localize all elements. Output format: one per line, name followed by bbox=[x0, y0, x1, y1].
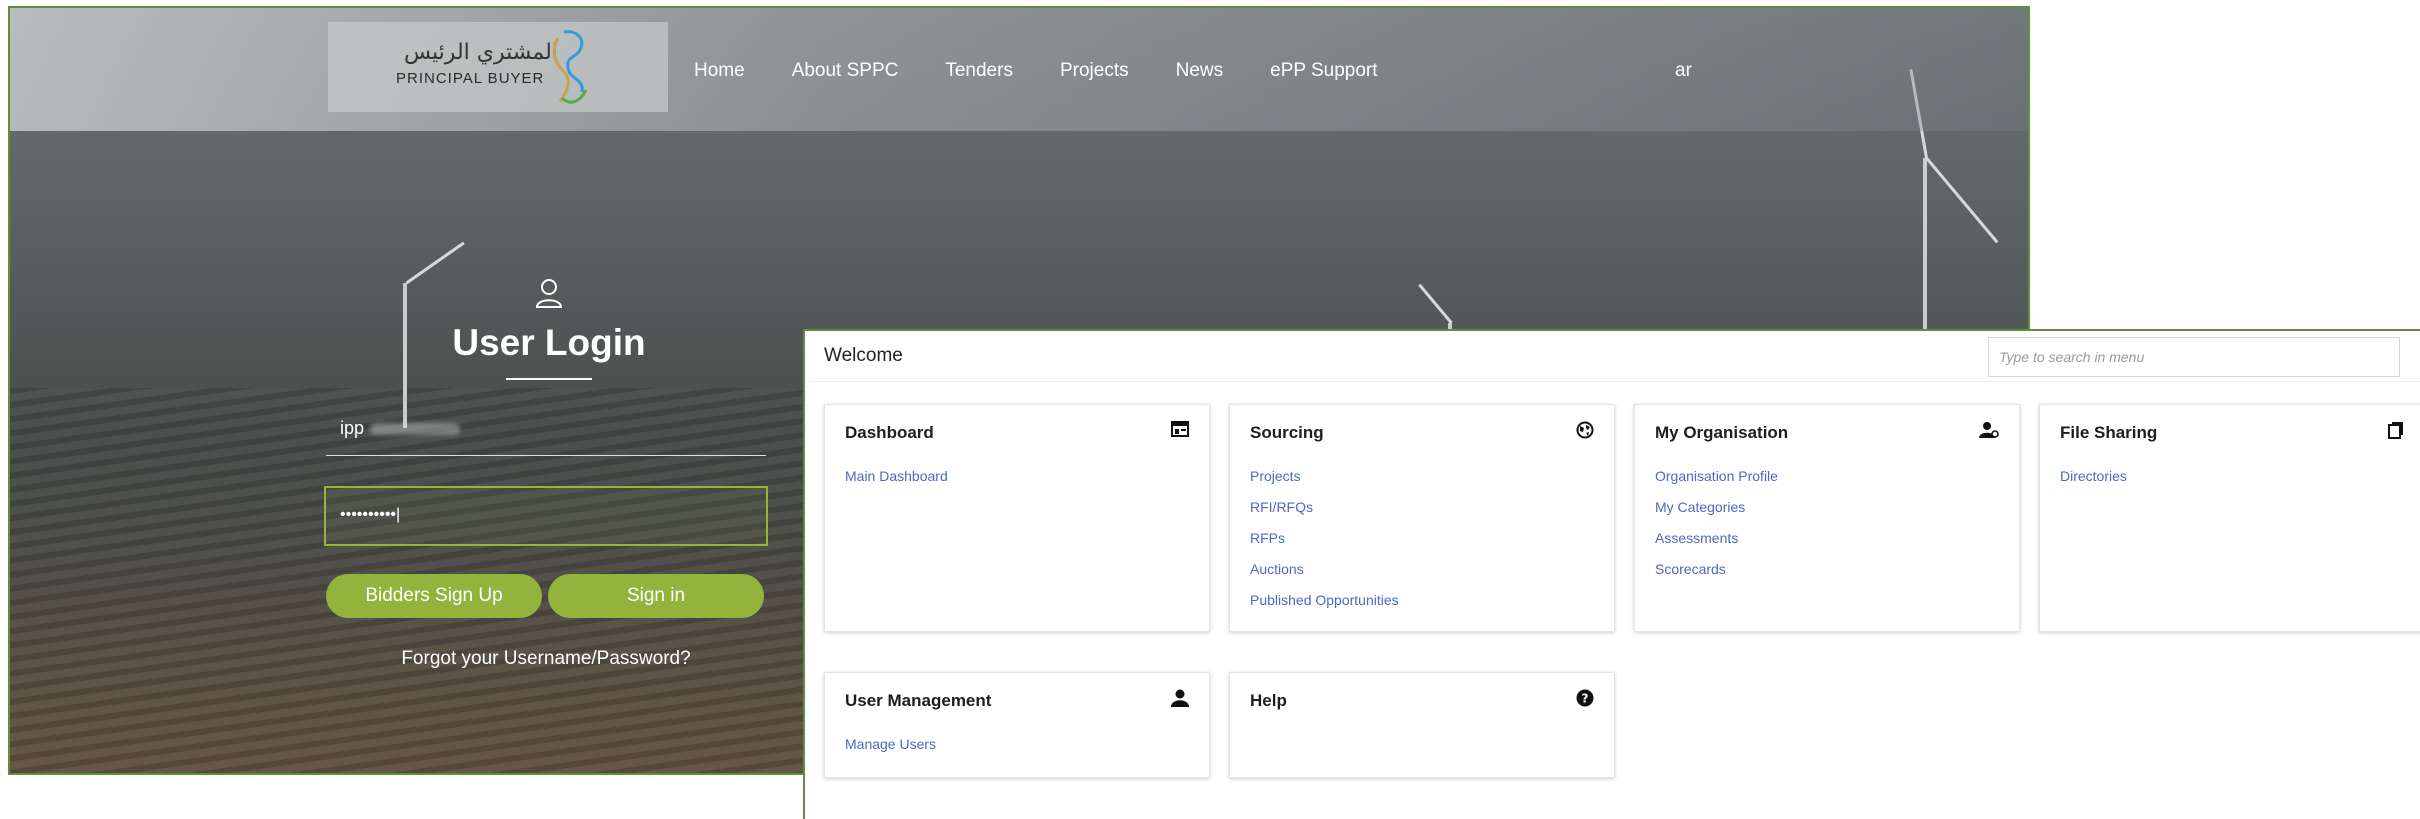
link-projects[interactable]: Projects bbox=[1250, 461, 1399, 492]
username-value: ipp bbox=[340, 418, 365, 438]
username-field[interactable]: ipp bbox=[326, 408, 766, 456]
login-form: User Login ipp ••••••••••| Bidders Sign … bbox=[324, 278, 772, 669]
help-card: Help ? bbox=[1229, 672, 1615, 778]
username-blurred-part bbox=[370, 423, 461, 436]
card-title: User Management bbox=[845, 691, 992, 710]
card-title: Sourcing bbox=[1250, 423, 1324, 442]
globe-icon bbox=[1576, 421, 1594, 444]
bidders-sign-up-button[interactable]: Bidders Sign Up bbox=[326, 574, 542, 618]
user-icon bbox=[1171, 689, 1189, 712]
file-sharing-card: File Sharing Directories bbox=[2039, 404, 2420, 632]
logo-english-text: PRINCIPAL BUYER bbox=[396, 70, 545, 87]
nav-epp-support[interactable]: ePP Support bbox=[1270, 60, 1377, 82]
dashboard-icon bbox=[1171, 421, 1189, 442]
link-main-dashboard[interactable]: Main Dashboard bbox=[845, 461, 948, 492]
welcome-window: Welcome Type to search in menu Dashboard… bbox=[803, 329, 2420, 819]
page-title: User Login bbox=[452, 322, 646, 363]
user-management-card: User Management Manage Users bbox=[824, 672, 1210, 778]
link-organisation-profile[interactable]: Organisation Profile bbox=[1655, 461, 1778, 492]
files-icon bbox=[2388, 421, 2404, 444]
sourcing-card: Sourcing Projects RFI/RFQs RFPs Auctions… bbox=[1229, 404, 1615, 632]
password-value: •••••••••• bbox=[340, 506, 397, 523]
title-divider bbox=[506, 378, 592, 380]
card-title: Help bbox=[1250, 691, 1287, 710]
link-my-categories[interactable]: My Categories bbox=[1655, 492, 1778, 523]
link-rfi-rfqs[interactable]: RFI/RFQs bbox=[1250, 492, 1399, 523]
link-assessments[interactable]: Assessments bbox=[1655, 523, 1778, 554]
card-title: Dashboard bbox=[845, 423, 934, 442]
top-navigation-bar: المشتري الرئيس PRINCIPAL BUYER Home Abou… bbox=[10, 8, 2028, 131]
nav-tenders[interactable]: Tenders bbox=[945, 60, 1013, 82]
nav-projects[interactable]: Projects bbox=[1060, 60, 1129, 82]
principal-buyer-logo[interactable]: المشتري الرئيس PRINCIPAL BUYER bbox=[328, 22, 668, 112]
nav-home[interactable]: Home bbox=[694, 60, 745, 82]
link-published-opportunities[interactable]: Published Opportunities bbox=[1250, 585, 1399, 616]
org-user-icon bbox=[1979, 421, 1999, 444]
logo-mark-icon bbox=[552, 30, 588, 104]
svg-text:?: ? bbox=[1582, 692, 1589, 706]
menu-search-input[interactable]: Type to search in menu bbox=[1988, 337, 2400, 377]
my-organisation-card: My Organisation Organisation Profile My … bbox=[1634, 404, 2020, 632]
link-manage-users[interactable]: Manage Users bbox=[845, 729, 936, 760]
card-title: File Sharing bbox=[2060, 423, 2158, 442]
main-nav: Home About SPPC Tenders Projects News eP… bbox=[694, 60, 1378, 82]
card-title: My Organisation bbox=[1655, 423, 1789, 442]
logo-arabic-text: المشتري الرئيس bbox=[404, 40, 558, 65]
nav-about-sppc[interactable]: About SPPC bbox=[792, 60, 899, 82]
password-field[interactable]: ••••••••••| bbox=[324, 486, 768, 546]
link-rfps[interactable]: RFPs bbox=[1250, 523, 1399, 554]
help-icon: ? bbox=[1576, 689, 1594, 712]
user-outline-icon bbox=[535, 279, 563, 308]
link-directories[interactable]: Directories bbox=[2060, 461, 2127, 492]
forgot-credentials-link[interactable]: Forgot your Username/Password? bbox=[326, 648, 766, 670]
welcome-title: Welcome bbox=[824, 345, 903, 366]
nav-news[interactable]: News bbox=[1176, 60, 1224, 82]
link-scorecards[interactable]: Scorecards bbox=[1655, 554, 1778, 585]
link-auctions[interactable]: Auctions bbox=[1250, 554, 1399, 585]
language-switch-link[interactable]: ar bbox=[1675, 60, 1692, 82]
sign-in-button[interactable]: Sign in bbox=[548, 574, 764, 618]
welcome-header: Welcome Type to search in menu bbox=[805, 331, 2420, 382]
dashboard-card: Dashboard Main Dashboard bbox=[824, 404, 1210, 632]
